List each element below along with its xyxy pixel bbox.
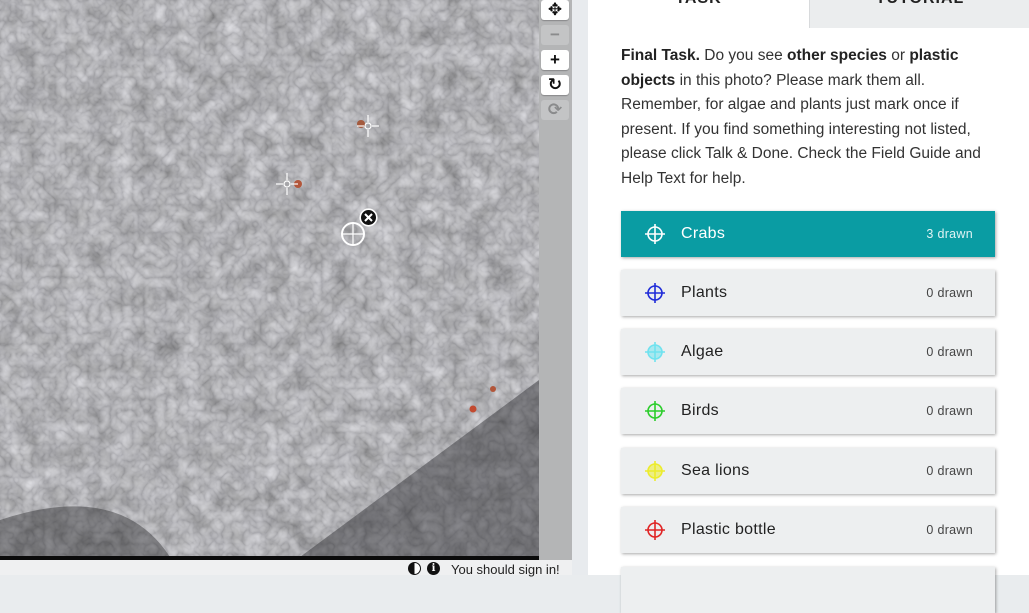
- tool-next-partial[interactable]: [621, 567, 995, 613]
- crab-mark-1[interactable]: [356, 114, 380, 138]
- tool-count: 0 drawn: [926, 464, 973, 478]
- tool-count: 0 drawn: [926, 286, 973, 300]
- instructions-text-2: or: [886, 47, 910, 64]
- tab-tutorial[interactable]: TUTORIAL: [809, 0, 1029, 28]
- crosshair-icon: [645, 461, 665, 481]
- tool-plastic-bottle[interactable]: Plastic bottle 0 drawn: [621, 507, 995, 553]
- crosshair-icon: [645, 401, 665, 421]
- instructions-text-3: in this photo? Please mark them all. Rem…: [621, 71, 981, 187]
- tool-count: 0 drawn: [926, 404, 973, 418]
- delete-mark-icon[interactable]: [359, 208, 378, 227]
- crab-mark-2[interactable]: [275, 172, 299, 196]
- move-icon[interactable]: ✥: [541, 0, 569, 20]
- tool-count: 3 drawn: [926, 227, 973, 241]
- tool-label: Algae: [681, 343, 724, 360]
- task-panel: TASK TUTORIAL Final Task. Do you see oth…: [588, 0, 1029, 613]
- zoom-in-icon[interactable]: +: [541, 50, 569, 70]
- tool-label: Plants: [681, 284, 728, 301]
- zoom-out-icon[interactable]: −: [541, 25, 569, 45]
- instructions-bold-1: other species: [787, 47, 887, 64]
- tool-birds[interactable]: Birds 0 drawn: [621, 388, 995, 434]
- tool-label: Crabs: [681, 225, 726, 242]
- instructions-text-1: Do you see: [699, 47, 787, 64]
- tool-plants[interactable]: Plants 0 drawn: [621, 270, 995, 316]
- reset-icon[interactable]: ⟳: [541, 100, 569, 120]
- tool-count: 0 drawn: [926, 523, 973, 537]
- task-tabs: TASK TUTORIAL: [588, 0, 1029, 28]
- crosshair-icon: [645, 224, 665, 244]
- instructions-lead: Final Task.: [621, 47, 700, 64]
- crosshair-icon: [645, 520, 665, 540]
- tool-label: Birds: [681, 402, 719, 419]
- panel-gutter: [572, 0, 588, 575]
- tool-label: Plastic bottle: [681, 521, 776, 538]
- rotate-icon[interactable]: ↻: [541, 75, 569, 95]
- tab-task[interactable]: TASK: [588, 0, 809, 28]
- tool-algae[interactable]: Algae 0 drawn: [621, 329, 995, 375]
- tool-count: 0 drawn: [926, 345, 973, 359]
- viewer-toolbar: ✥ − + ↻ ⟳: [539, 0, 572, 560]
- tool-label: Sea lions: [681, 462, 750, 479]
- crosshair-icon: [645, 342, 665, 362]
- task-instructions: Final Task. Do you see other species or …: [621, 44, 1001, 192]
- tool-crabs[interactable]: Crabs 3 drawn: [621, 211, 995, 257]
- footer-controls: i: [408, 562, 440, 575]
- crosshair-icon: [645, 283, 665, 303]
- contrast-icon[interactable]: [408, 562, 421, 575]
- tool-sea-lions[interactable]: Sea lions 0 drawn: [621, 448, 995, 494]
- subject-image-viewer[interactable]: [0, 0, 539, 557]
- aerial-rocky-shore-photo[interactable]: [0, 0, 539, 557]
- info-icon[interactable]: i: [427, 562, 440, 575]
